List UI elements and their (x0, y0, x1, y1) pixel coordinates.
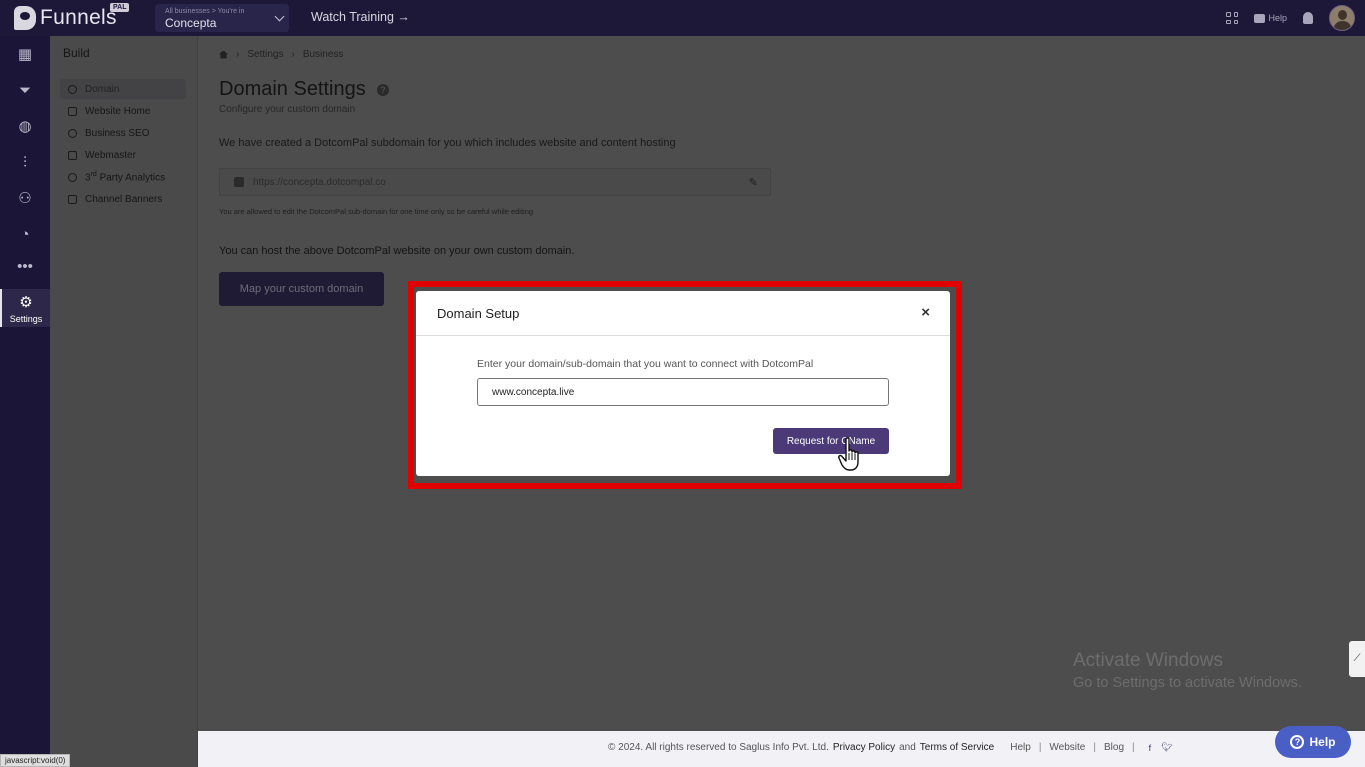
people-icon: ⚇ (18, 190, 32, 207)
close-icon[interactable]: × (921, 304, 930, 321)
lock-icon (234, 177, 244, 187)
sidebar-item-label: 3rd Party Analytics (85, 170, 166, 184)
logo-text: Funnels (40, 6, 117, 29)
settings-sidebar: Build Domain Website Home Business SEO W… (50, 36, 198, 767)
globe-icon: ◍ (18, 118, 32, 135)
rail-websites[interactable]: ◍ (0, 108, 50, 144)
activate-windows-watermark: Activate Windows Go to Settings to activ… (1073, 650, 1302, 691)
help-menu-label: Help (1268, 13, 1287, 23)
help-question-icon: ? (1290, 735, 1305, 749)
question-icon[interactable]: ? (377, 84, 389, 96)
subdomain-note: You are allowed to edit the DotcomPal su… (219, 207, 534, 216)
footer-separator: | (1132, 742, 1135, 753)
rail-analytics[interactable]: ⫶ (0, 144, 50, 180)
twitter-icon[interactable]: 🐦︎ (1161, 742, 1172, 753)
pie-chart-icon (68, 172, 77, 182)
rail-automation[interactable]: ◔ (0, 216, 50, 252)
footer-and: and (899, 742, 916, 753)
business-switcher[interactable]: All businesses > You're in Concepta (155, 4, 289, 32)
dashboard-icon: ▦ (17, 46, 33, 63)
footer-separator: | (1093, 742, 1096, 753)
subdomain-intro: We have created a DotcomPal subdomain fo… (219, 137, 676, 149)
watch-training-link[interactable]: Watch Training → (311, 10, 410, 24)
watermark-line-2: Go to Settings to activate Windows. (1073, 675, 1302, 691)
footer-content: © 2024. All rights reserved to Saglus In… (608, 742, 1173, 753)
feedback-side-tab[interactable]: ⟋ (1349, 641, 1365, 677)
sidebar-item-label: Domain (85, 83, 120, 95)
analytics-icon: ⫶ (23, 153, 27, 171)
request-cname-button[interactable]: Request for CName (773, 428, 889, 454)
rail-settings-label: Settings (9, 313, 43, 324)
side-tab-icon: ⟋ (1353, 653, 1361, 664)
gear-icon: ⚙ (19, 293, 33, 311)
footer-website-link[interactable]: Website (1049, 742, 1085, 753)
facebook-icon[interactable]: f (1149, 743, 1152, 753)
top-bar: Funnels PAL All businesses > You're in C… (0, 0, 1365, 36)
help-widget-button[interactable]: ? Help (1275, 726, 1351, 758)
funnels-logo[interactable]: Funnels PAL (14, 3, 154, 30)
domain-input[interactable] (477, 378, 889, 406)
business-switcher-caption: All businesses > You're in (165, 8, 245, 15)
footer-blog-link[interactable]: Blog (1104, 742, 1124, 753)
page-subtitle: Configure your custom domain (219, 104, 356, 115)
footer-copyright: © 2024. All rights reserved to Saglus In… (608, 742, 829, 753)
topbar-actions: Help (1226, 5, 1355, 31)
terms-of-service-link[interactable]: Terms of Service (920, 742, 994, 753)
rail-dashboard[interactable]: ▦ (0, 36, 50, 72)
breadcrumb-settings[interactable]: Settings (247, 49, 283, 60)
help-widget-label: Help (1309, 735, 1336, 749)
footer-help-link[interactable]: Help (1010, 742, 1031, 753)
search-icon (68, 128, 77, 138)
sidebar-item-label: Channel Banners (85, 193, 163, 205)
breadcrumb-separator: › (236, 49, 240, 60)
website-icon (68, 106, 77, 116)
page-title: Domain Settings (219, 78, 366, 100)
logo-icon (14, 6, 36, 30)
browser-status-bar: javascript:void(0) (0, 754, 71, 767)
help-bubble-icon (1254, 13, 1266, 23)
breadcrumb-business[interactable]: Business (303, 49, 344, 60)
logo-badge: PAL (110, 3, 130, 12)
webmaster-icon (68, 150, 77, 160)
privacy-policy-link[interactable]: Privacy Policy (833, 742, 895, 753)
breadcrumb: › Settings › Business (219, 49, 343, 60)
left-rail: ▦ ⏷ ◍ ⫶ ⚇ ◔ ••• ⚙ Settings (0, 36, 50, 767)
watermark-line-1: Activate Windows (1073, 650, 1223, 671)
rail-funnels[interactable]: ⏷ (0, 72, 50, 108)
footer: © 2024. All rights reserved to Saglus In… (198, 731, 1365, 767)
footer-separator: | (1038, 742, 1042, 753)
sidebar-item-label: Business SEO (85, 127, 150, 139)
sidebar-title: Build (63, 46, 90, 60)
pencil-icon[interactable]: ✎ (749, 176, 758, 189)
more-dots-icon: ••• (17, 257, 33, 275)
custom-domain-text: You can host the above DotcomPal website… (219, 245, 575, 257)
globe-icon (68, 84, 77, 94)
domain-input-label: Enter your domain/sub-domain that you wa… (477, 358, 814, 370)
banner-icon (68, 194, 77, 204)
avatar[interactable] (1329, 5, 1355, 31)
hand-cursor-icon (838, 437, 859, 471)
funnel-icon: ⏷ (18, 81, 31, 99)
help-menu[interactable]: Help (1254, 13, 1287, 23)
sidebar-item-domain[interactable]: Domain (60, 79, 186, 99)
sidebar-item-label: Webmaster (85, 149, 136, 161)
domain-setup-modal: Domain Setup × Enter your domain/sub-dom… (416, 291, 950, 476)
modal-title: Domain Setup (437, 306, 520, 321)
rail-more[interactable]: ••• (0, 248, 50, 284)
map-custom-domain-button[interactable]: Map your custom domain (219, 272, 384, 306)
business-name: Concepta (165, 16, 217, 30)
bell-icon[interactable] (1303, 12, 1313, 24)
rail-contacts[interactable]: ⚇ (0, 180, 50, 216)
subdomain-value: https://concepta.dotcompal.co (253, 177, 386, 188)
apps-grid-icon[interactable] (1226, 12, 1239, 24)
breadcrumb-separator: › (291, 49, 295, 60)
modal-header: Domain Setup × (416, 291, 950, 336)
home-icon[interactable] (219, 50, 228, 59)
dashboard-gauge-icon: ◔ (20, 225, 30, 243)
sidebar-item-label: Website Home (85, 105, 151, 117)
rail-settings[interactable]: ⚙ Settings (0, 289, 50, 327)
subdomain-field[interactable]: https://concepta.dotcompal.co ✎ (219, 168, 771, 196)
